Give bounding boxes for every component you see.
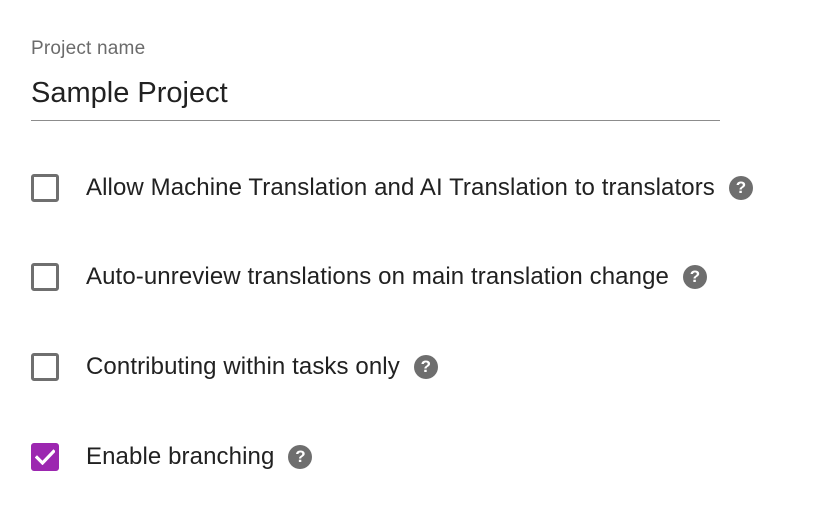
help-circle-icon[interactable]: ? — [682, 265, 707, 289]
contributing-within-tasks-label: Contributing within tasks only — [86, 353, 400, 380]
help-circle-icon[interactable]: ? — [413, 355, 438, 379]
option-allow-machine-translation[interactable]: Allow Machine Translation and AI Transla… — [31, 168, 753, 208]
help-circle-icon[interactable]: ? — [728, 176, 753, 200]
allow-machine-translation-checkbox[interactable] — [31, 174, 59, 202]
contributing-within-tasks-checkbox[interactable] — [31, 353, 59, 381]
project-name-label: Project name — [31, 38, 146, 59]
auto-unreview-checkbox[interactable] — [31, 263, 59, 291]
project-name-field: Project name — [31, 36, 720, 122]
project-name-input[interactable] — [31, 74, 720, 112]
check-icon — [35, 449, 55, 465]
allow-machine-translation-label: Allow Machine Translation and AI Transla… — [86, 174, 715, 201]
option-contributing-within-tasks[interactable]: Contributing within tasks only ? — [31, 347, 438, 387]
project-name-underline — [31, 120, 720, 121]
enable-branching-label: Enable branching — [86, 443, 275, 470]
option-auto-unreview[interactable]: Auto-unreview translations on main trans… — [31, 257, 707, 297]
enable-branching-checkbox[interactable] — [31, 443, 59, 471]
help-circle-icon[interactable]: ? — [288, 445, 313, 469]
auto-unreview-label: Auto-unreview translations on main trans… — [86, 263, 669, 290]
option-enable-branching[interactable]: Enable branching ? — [31, 437, 313, 477]
